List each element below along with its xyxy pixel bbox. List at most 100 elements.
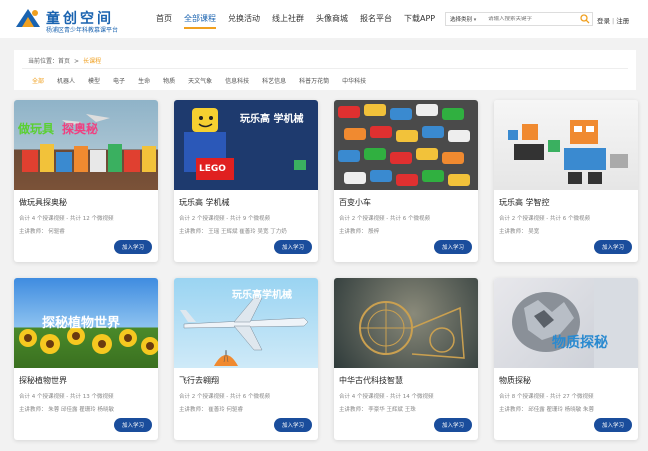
- houses-illustration: [22, 114, 156, 172]
- course-meta: 合计 2 个授课视频 - 共计 6 个微视频: [499, 216, 590, 222]
- category-robot[interactable]: 机器人: [57, 76, 75, 85]
- join-study-button[interactable]: 加入学习: [434, 418, 472, 432]
- course-card[interactable]: 做玩具 探奥秘 做玩具探奥秘 合计 4 个授课视频 - 共计 12 个微视频 主…: [14, 100, 158, 262]
- course-card[interactable]: 玩乐高 学智控 合计 2 个授课视频 - 共计 6 个微视频 主讲教师： 吴宽 …: [494, 100, 638, 262]
- thumbnail-caption: 探奥秘: [62, 122, 99, 136]
- join-study-button[interactable]: 加入学习: [274, 240, 312, 254]
- nav-signup[interactable]: 报名平台: [360, 13, 392, 29]
- toy-cars-illustration: [338, 104, 470, 186]
- join-study-button[interactable]: 加入学习: [594, 240, 632, 254]
- course-teachers: 主讲教师： 崔善玲 何驱睿: [179, 407, 243, 413]
- main-nav: 首页 全部课程 兑换活动 线上社群 头像商城 报名平台 下载APP: [156, 13, 447, 29]
- course-thumbnail[interactable]: 玩乐高学机械: [174, 278, 318, 368]
- course-meta: 合计 8 个授课视频 - 共计 27 个微视频: [499, 394, 594, 400]
- breadcrumb: 当前位置：首页 > 长课程: [28, 56, 101, 65]
- category-all[interactable]: 全部: [32, 76, 44, 85]
- course-title[interactable]: 百变小车: [339, 197, 371, 208]
- nav-all-courses[interactable]: 全部课程: [184, 13, 216, 29]
- join-study-button[interactable]: 加入学习: [434, 240, 472, 254]
- search-input[interactable]: [488, 16, 566, 22]
- breadcrumb-arrow: >: [74, 58, 80, 65]
- search-icon[interactable]: [580, 14, 590, 24]
- course-meta: 合计 2 个授课视频 - 共计 6 个微视频: [339, 216, 430, 222]
- category-chinese-tech[interactable]: 中华科技: [342, 76, 366, 85]
- course-card[interactable]: 玩乐高 学机械 LEGO 玩乐高 学机械 合计 2 个授课视频 - 共计 9 个…: [174, 100, 318, 262]
- course-title[interactable]: 玩乐高 学智控: [499, 197, 550, 208]
- course-title[interactable]: 物质探秘: [499, 375, 531, 386]
- thumbnail-caption: 玩乐高 学机械: [240, 114, 304, 125]
- course-teachers: 主讲教师： 邱佳露 瞿珊玲 杨晓敏 朱蓉: [499, 407, 594, 413]
- course-thumbnail[interactable]: [334, 278, 478, 368]
- join-study-button[interactable]: 加入学习: [114, 240, 152, 254]
- course-thumbnail[interactable]: 物质探秘: [494, 278, 638, 368]
- course-title[interactable]: 中华古代科技智慧: [339, 375, 403, 386]
- breadcrumb-home[interactable]: 首页: [58, 58, 70, 65]
- category-astronomy[interactable]: 天文气象: [188, 76, 212, 85]
- auth-links: 登录 | 注册: [597, 15, 629, 25]
- course-card[interactable]: 探秘植物世界 探秘植物世界 合计 4 个授课视频 - 共计 13 个微视频 主讲…: [14, 278, 158, 440]
- course-teachers: 主讲教师： 朱蓉 邱佳露 瞿珊玲 杨晓敏: [19, 407, 114, 413]
- metal-crystal-illustration: [512, 278, 638, 368]
- course-title[interactable]: 飞行去翱翔: [179, 375, 219, 386]
- nav-download-app[interactable]: 下载APP: [404, 13, 435, 29]
- ancient-machine-illustration: [359, 301, 465, 359]
- category-tabs: 全部 机器人 模型 电子 生命 物质 天文气象 信息科技 科艺信息 科普万花筒 …: [32, 76, 379, 85]
- course-meta: 合计 4 个授课视频 - 共计 13 个微视频: [19, 394, 114, 400]
- course-title[interactable]: 做玩具探奥秘: [19, 197, 67, 208]
- category-life[interactable]: 生命: [138, 76, 150, 85]
- search-scope-select[interactable]: 选择类别 ▾: [446, 15, 488, 23]
- breadcrumb-prefix: 当前位置：: [28, 58, 59, 65]
- course-meta: 合计 4 个授课视频 - 共计 14 个微视频: [339, 394, 434, 400]
- filter-panel: 当前位置：首页 > 长课程 全部 机器人 模型 电子 生命 物质 天文气象 信息科技…: [14, 50, 636, 90]
- divider: [22, 68, 628, 69]
- course-teachers: 主讲教师： 李豪华 王辉斌 王珠: [339, 407, 416, 413]
- course-title[interactable]: 探秘植物世界: [19, 375, 67, 386]
- category-sci-art[interactable]: 科艺信息: [262, 76, 286, 85]
- logo-icon: [16, 9, 40, 27]
- category-model[interactable]: 模型: [88, 76, 100, 85]
- course-teachers: 主讲教师： 王瑶 王辉斌 崔善玲 吴宽 丁力奶: [179, 229, 287, 235]
- course-meta: 合计 2 个授课视频 - 共计 9 个微视频: [179, 216, 270, 222]
- search-box: 选择类别 ▾: [445, 12, 593, 26]
- thumbnail-caption: 做玩具: [18, 122, 55, 136]
- course-teachers: 主讲教师： 何驱睿: [19, 229, 65, 235]
- course-teachers: 主讲教师： 殷梓: [339, 229, 380, 235]
- course-title[interactable]: 玩乐高 学机械: [179, 197, 230, 208]
- course-thumbnail[interactable]: [334, 100, 478, 190]
- category-kaleidoscope[interactable]: 科普万花筒: [299, 76, 329, 85]
- course-thumbnail[interactable]: 做玩具 探奥秘: [14, 100, 158, 190]
- top-header: 童创空间 杨浦区青少年科教慕课平台 首页 全部课程 兑换活动 线上社群 头像商城…: [0, 0, 648, 38]
- join-study-button[interactable]: 加入学习: [594, 418, 632, 432]
- course-thumbnail[interactable]: [494, 100, 638, 190]
- thumbnail-caption: 探秘植物世界: [42, 316, 121, 331]
- category-matter[interactable]: 物质: [163, 76, 175, 85]
- login-link[interactable]: 登录: [597, 17, 610, 25]
- course-thumbnail[interactable]: 探秘植物世界: [14, 278, 158, 368]
- auth-separator: |: [612, 17, 615, 25]
- thumbnail-caption: 物质探秘: [552, 335, 608, 351]
- site-logo[interactable]: 童创空间 杨浦区青少年科教慕课平台: [14, 7, 134, 34]
- chevron-down-icon: ▾: [473, 17, 477, 23]
- nav-exchange[interactable]: 兑换活动: [228, 13, 260, 29]
- course-card[interactable]: 玩乐高学机械 飞行去翱翔 合计 2 个授课视频 - 共计 6 个微视频 主讲教师…: [174, 278, 318, 440]
- course-card[interactable]: 物质探秘 物质探秘 合计 8 个授课视频 - 共计 27 个微视频 主讲教师： …: [494, 278, 638, 440]
- search-scope-label: 选择类别: [450, 17, 473, 23]
- course-meta: 合计 4 个授课视频 - 共计 12 个微视频: [19, 216, 114, 222]
- course-teachers: 主讲教师： 吴宽: [499, 229, 540, 235]
- register-link[interactable]: 注册: [616, 17, 629, 25]
- logo-subtitle: 杨浦区青少年科教慕课平台: [46, 27, 119, 34]
- lego-logo-text: LEGO: [199, 164, 226, 174]
- course-thumbnail[interactable]: 玩乐高 学机械 LEGO: [174, 100, 318, 190]
- nav-community[interactable]: 线上社群: [272, 13, 304, 29]
- nav-avatar-shop[interactable]: 头像商城: [316, 13, 348, 29]
- course-meta: 合计 2 个授课视频 - 共计 6 个微视频: [179, 394, 270, 400]
- nav-home[interactable]: 首页: [156, 13, 172, 29]
- course-card[interactable]: 中华古代科技智慧 合计 4 个授课视频 - 共计 14 个微视频 主讲教师： 李…: [334, 278, 478, 440]
- join-study-button[interactable]: 加入学习: [114, 418, 152, 432]
- course-card[interactable]: 百变小车 合计 2 个授课视频 - 共计 6 个微视频 主讲教师： 殷梓 加入学…: [334, 100, 478, 262]
- breadcrumb-current: 长课程: [83, 58, 102, 65]
- thumbnail-caption: 玩乐高学机械: [232, 290, 292, 301]
- category-electronics[interactable]: 电子: [113, 76, 125, 85]
- category-infotech[interactable]: 信息科技: [225, 76, 249, 85]
- join-study-button[interactable]: 加入学习: [274, 418, 312, 432]
